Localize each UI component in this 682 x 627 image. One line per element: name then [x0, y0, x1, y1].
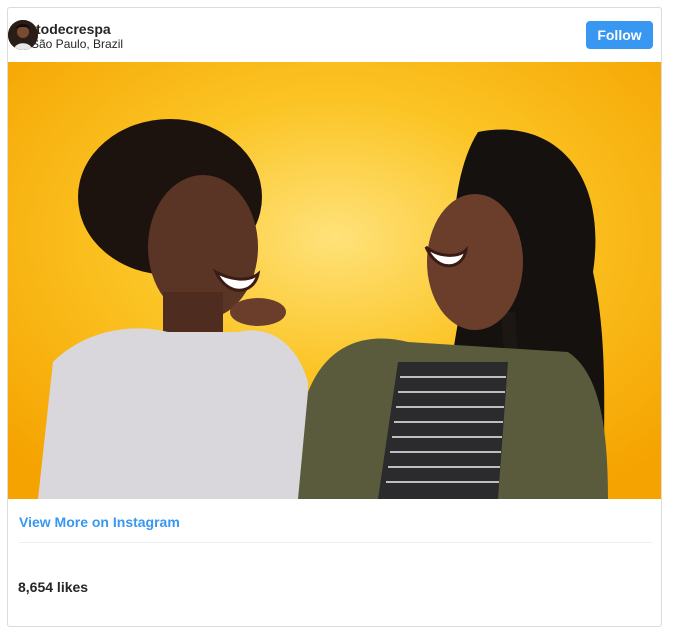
follow-button[interactable]: Follow [586, 21, 653, 49]
likes-count[interactable]: 8,654 likes [18, 579, 88, 595]
username-link[interactable]: todecrespa [36, 21, 111, 37]
post-photo[interactable] [8, 62, 661, 499]
post-header: todecrespa São Paulo, Brazil Follow [8, 8, 661, 62]
instagram-embed-card: todecrespa São Paulo, Brazil Follow View… [7, 7, 662, 627]
view-more-on-instagram-link[interactable]: View More on Instagram [19, 514, 180, 530]
photo-illustration [8, 62, 661, 499]
location-link[interactable]: São Paulo, Brazil [31, 37, 123, 51]
divider [19, 542, 652, 543]
